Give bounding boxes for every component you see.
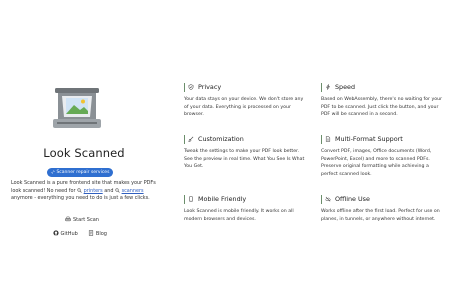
phone-icon (189, 196, 193, 202)
scanner-logo-icon (53, 88, 101, 128)
feature-heading: Customization (184, 135, 306, 144)
link-icon (51, 170, 55, 173)
lightning-icon (326, 84, 330, 90)
feature-title: Privacy (198, 83, 222, 91)
feature-multi-format: Multi-Format Support Convert PDF, images… (321, 135, 443, 178)
feature-speed: Speed Based on WebAssembly, there's no w… (321, 83, 443, 119)
scanners-link[interactable]: scanners (122, 188, 144, 194)
feature-heading: Speed (321, 83, 443, 92)
brush-icon (187, 136, 194, 142)
blog-icon (89, 230, 94, 236)
shield-icon (188, 84, 194, 90)
feature-heading: Privacy (184, 83, 306, 92)
feature-heading: Offline Use (321, 195, 443, 204)
feature-title: Offline Use (335, 195, 370, 203)
search-icon (77, 188, 82, 193)
file-icon (325, 136, 331, 142)
start-scan-button[interactable]: Start Scan (62, 215, 102, 225)
printers-link[interactable]: printers (84, 188, 103, 194)
app-description: Look Scanned is a pure frontend site tha… (11, 180, 157, 203)
feature-offline-use: Offline Use Works offline after the firs… (321, 195, 443, 223)
description-text-suffix: anymore - everything you need to do is j… (11, 195, 150, 202)
feature-customization: Customization Tweak the settings to make… (184, 135, 306, 171)
feature-body: Look Scanned is mobile friendly. It work… (184, 209, 294, 222)
footer-links: GitHub Blog (53, 230, 116, 238)
feature-body: Works offline after the first load. Perf… (321, 209, 440, 222)
feature-body: Your data stays on your device. We don't… (184, 97, 304, 118)
github-link[interactable]: GitHub (53, 230, 78, 238)
feature-title: Multi-Format Support (335, 135, 403, 143)
feature-heading: Multi-Format Support (321, 135, 443, 144)
feature-title: Speed (335, 83, 356, 91)
feature-title: Mobile Friendly (198, 195, 247, 203)
github-label: GitHub (60, 231, 78, 237)
scanner-repair-badge[interactable]: Scanner repair services (47, 168, 114, 177)
start-scan-label: Start Scan (73, 217, 99, 223)
github-icon (53, 230, 59, 236)
scan-icon (65, 216, 71, 222)
feature-body: Tweak the settings to make your PDF look… (184, 149, 305, 170)
description-text-and: and (102, 187, 115, 194)
feature-privacy: Privacy Your data stays on your device. … (184, 83, 306, 119)
hero-section: Look Scanned Scanner repair services Loo… (0, 0, 168, 300)
feature-heading: Mobile Friendly (184, 195, 306, 204)
feature-body: Based on WebAssembly, there's no waiting… (321, 97, 443, 118)
offline-icon (325, 196, 331, 202)
feature-title: Customization (198, 135, 244, 143)
badge-label: Scanner repair services (56, 170, 110, 175)
blog-label: Blog (95, 231, 107, 237)
search-icon (115, 188, 120, 193)
app-title: Look Scanned (43, 146, 125, 160)
feature-mobile-friendly: Mobile Friendly Look Scanned is mobile f… (184, 195, 306, 223)
feature-body: Convert PDF, images, Office documents (W… (321, 149, 432, 177)
blog-link[interactable]: Blog (88, 230, 107, 238)
